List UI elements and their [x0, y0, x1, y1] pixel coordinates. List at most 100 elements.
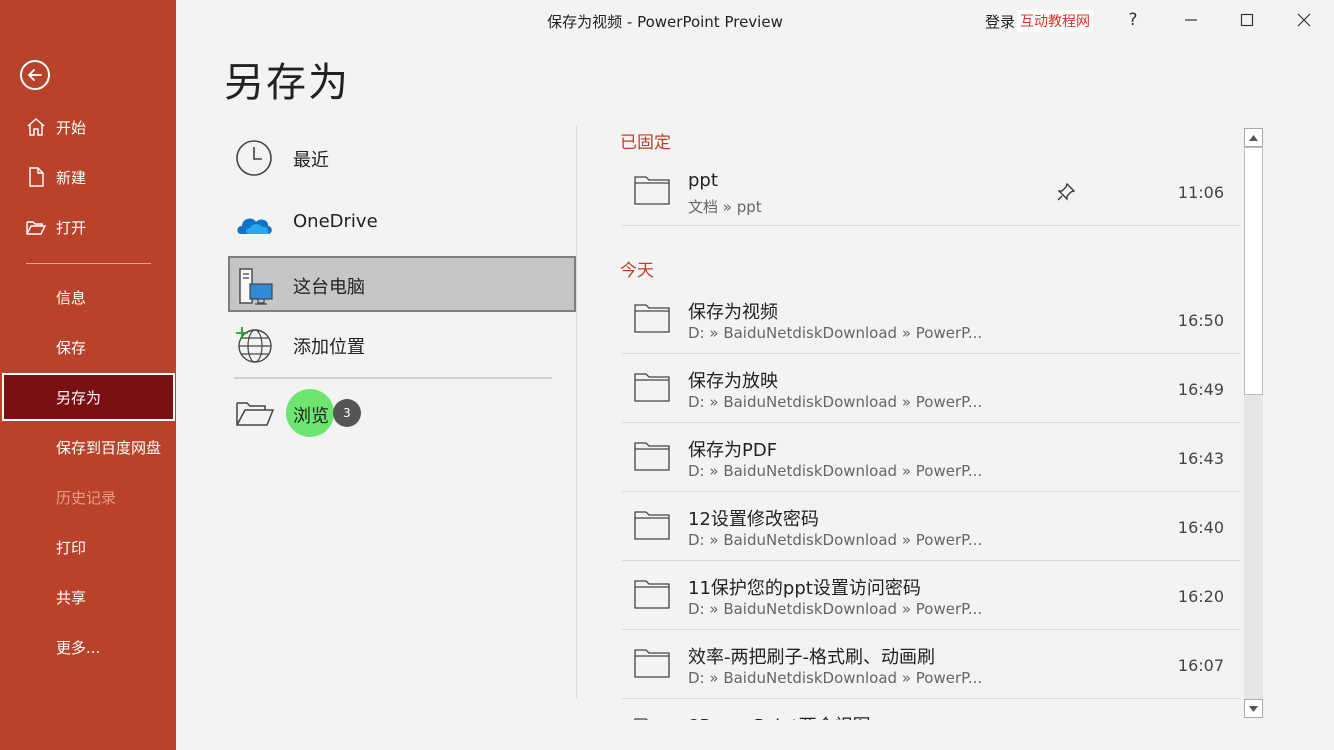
location-recent-label: 最近 — [293, 150, 329, 171]
folder-name: 12设置修改密码 — [688, 509, 819, 530]
nav-share-label: 共享 — [56, 589, 87, 607]
nav-more[interactable]: 更多... — [0, 623, 176, 671]
back-button[interactable] — [20, 60, 50, 90]
browse-folder-icon — [236, 402, 275, 426]
add-location-globe-icon — [236, 327, 272, 363]
step-badge: 3 — [333, 399, 361, 427]
minimize-icon — [1185, 19, 1197, 21]
nav-home[interactable]: 开始 — [0, 103, 176, 151]
folder-row[interactable]: 11保护您的ppt设置访问密码 D: » BaiduNetdiskDownloa… — [622, 562, 1240, 630]
location-this-pc-label: 这台电脑 — [293, 277, 365, 298]
folder-time: 16:40 — [1177, 518, 1224, 537]
recent-folders-list: 已固定 ppt 文档 » ppt 11:06 今天 保存为视频 D: » Bai… — [620, 126, 1242, 720]
help-button[interactable]: ? — [1118, 8, 1148, 32]
new-file-icon — [29, 167, 44, 187]
nav-new[interactable]: 新建 — [0, 153, 176, 201]
folder-icon — [634, 304, 670, 333]
folder-row[interactable]: 保存为放映 D: » BaiduNetdiskDownload » PowerP… — [622, 355, 1240, 423]
scroll-down-arrow-icon — [1249, 705, 1258, 712]
locations-divider — [234, 377, 552, 379]
folder-name: 保存为放映 — [688, 371, 778, 392]
scroll-down-button[interactable] — [1244, 699, 1263, 718]
folder-row[interactable]: 保存为PDF D: » BaiduNetdiskDownload » Power… — [622, 424, 1240, 492]
pinned-header: 已固定 — [620, 133, 671, 153]
sidebar-divider — [26, 263, 151, 264]
folder-row[interactable]: 12设置修改密码 D: » BaiduNetdiskDownload » Pow… — [622, 493, 1240, 561]
folder-path: D: » BaiduNetdiskDownload » PowerP... — [688, 600, 983, 618]
folder-row[interactable]: 效率-两把刷子-格式刷、动画刷 D: » BaiduNetdiskDownloa… — [622, 631, 1240, 699]
folder-name: 保存为视频 — [688, 302, 778, 323]
folder-path: D: » BaiduNetdiskDownload » PowerP... — [688, 462, 983, 480]
minimize-button[interactable] — [1176, 8, 1206, 32]
folder-path: D: » BaiduNetdiskDownload » PowerP... — [688, 324, 983, 342]
folder-name: 保存为PDF — [688, 440, 778, 461]
folder-path: D: » BaiduNetdiskDownload » PowerP... — [688, 393, 983, 411]
sign-in-link[interactable]: 登录 — [985, 11, 1015, 32]
folder-icon — [634, 649, 670, 678]
nav-open[interactable]: 打开 — [0, 203, 176, 251]
nav-more-label: 更多... — [56, 639, 101, 657]
nav-print-label: 打印 — [56, 539, 87, 557]
scroll-up-arrow-icon — [1249, 134, 1258, 141]
close-button[interactable] — [1289, 8, 1319, 32]
maximize-button[interactable] — [1232, 8, 1262, 32]
home-icon — [27, 118, 45, 136]
location-onedrive[interactable]: OneDrive — [228, 194, 576, 250]
nav-share[interactable]: 共享 — [0, 573, 176, 621]
browse-button[interactable]: 浏览 3 — [228, 385, 378, 441]
folder-path: D: » BaiduNetdiskDownload » PowerP... — [688, 669, 983, 687]
recent-list-scrollbar[interactable] — [1244, 128, 1263, 718]
folder-path: 文档 » ppt — [688, 198, 762, 216]
folder-time: 16:43 — [1177, 449, 1224, 468]
folder-time: 16:49 — [1177, 380, 1224, 399]
panel-divider — [576, 126, 577, 698]
page-title: 另存为 — [224, 60, 350, 106]
folder-row[interactable]: 8PowerPoint两个视图 — [622, 700, 1240, 720]
scroll-thumb[interactable] — [1244, 147, 1263, 395]
close-icon — [1297, 13, 1311, 27]
nav-save-label: 保存 — [56, 339, 87, 357]
location-add-place[interactable]: 添加位置 — [228, 316, 576, 372]
clock-icon — [236, 140, 272, 176]
scroll-up-button[interactable] — [1244, 128, 1263, 147]
nav-print[interactable]: 打印 — [0, 523, 176, 571]
open-folder-icon — [26, 221, 46, 235]
folder-time: 16:20 — [1177, 587, 1224, 606]
folder-time: 16:07 — [1177, 656, 1224, 675]
nav-info[interactable]: 信息 — [0, 273, 176, 321]
nav-save-to-baidu-label: 保存到百度网盘 — [56, 439, 162, 457]
nav-save-to-baidu[interactable]: 保存到百度网盘 — [0, 423, 176, 471]
folder-time: 16:50 — [1177, 311, 1224, 330]
nav-save-as[interactable]: 另存为 — [2, 373, 175, 421]
onedrive-cloud-icon — [237, 218, 272, 234]
this-pc-icon — [239, 268, 273, 305]
today-header: 今天 — [620, 261, 654, 281]
watermark: 互动教程网 — [1017, 10, 1093, 32]
folder-path: D: » BaiduNetdiskDownload » PowerP... — [688, 531, 983, 549]
folder-icon — [634, 718, 648, 720]
folder-name: 11保护您的ppt设置访问密码 — [688, 578, 921, 599]
folder-time: 11:06 — [1177, 183, 1224, 202]
back-arrow-icon — [28, 69, 42, 81]
nav-new-label: 新建 — [56, 169, 87, 187]
location-recent[interactable]: 最近 — [228, 129, 576, 185]
folder-icon — [634, 580, 670, 609]
folder-icon — [634, 442, 670, 471]
window-title: 保存为视频 - PowerPoint Preview — [547, 13, 783, 31]
pin-icon[interactable] — [1056, 182, 1076, 202]
nav-home-label: 开始 — [56, 119, 87, 137]
nav-save[interactable]: 保存 — [0, 323, 176, 371]
nav-open-label: 打开 — [56, 219, 87, 237]
folder-name: 8PowerPoint两个视图 — [688, 712, 871, 720]
folder-row-pinned-ppt[interactable]: ppt 文档 » ppt 11:06 — [622, 158, 1240, 226]
nav-info-label: 信息 — [56, 289, 87, 307]
location-onedrive-label: OneDrive — [293, 211, 378, 232]
location-this-pc[interactable]: 这台电脑 — [228, 256, 576, 312]
folder-row[interactable]: 保存为视频 D: » BaiduNetdiskDownload » PowerP… — [622, 286, 1240, 354]
location-add-place-label: 添加位置 — [293, 337, 365, 358]
nav-save-as-label: 另存为 — [56, 389, 102, 407]
folder-icon — [634, 373, 670, 402]
backstage-sidebar: 开始 新建 打开 信息 保存 另存为 保存到百度网盘 历史记录 打印 共享 更多… — [0, 0, 176, 750]
maximize-icon — [1240, 13, 1254, 27]
folder-name: ppt — [688, 170, 718, 191]
